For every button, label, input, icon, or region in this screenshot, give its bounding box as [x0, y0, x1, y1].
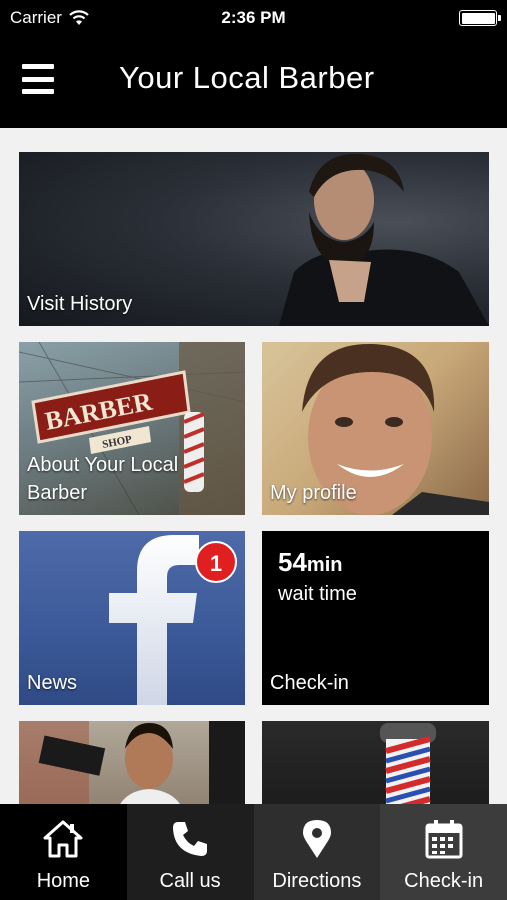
barber-pole-photo	[380, 723, 436, 804]
tab-call-us-label: Call us	[159, 870, 221, 892]
tile-my-profile[interactable]: My profile	[262, 342, 489, 515]
facebook-icon	[109, 535, 199, 705]
tab-home-label: Home	[36, 870, 91, 892]
about-label: About Your Local Barber	[27, 451, 178, 507]
tile-barber-pole[interactable]	[262, 721, 489, 804]
calendar-icon	[423, 818, 465, 860]
visit-history-label: Visit History	[27, 293, 133, 315]
phone-icon	[169, 818, 211, 860]
tab-bar: Home Call us Directions Check-in	[0, 804, 507, 900]
notification-badge: 1	[195, 541, 237, 583]
barber-man-photo	[19, 721, 245, 804]
wait-time-label: wait time	[278, 583, 357, 605]
wait-time-unit: min	[306, 554, 343, 576]
tile-barber-photo[interactable]	[19, 721, 245, 804]
tile-check-in[interactable]: 54min wait time Check-in	[262, 531, 489, 705]
tab-check-in[interactable]: Check-in	[380, 804, 507, 900]
tile-news[interactable]: 1 News	[19, 531, 245, 705]
page-title: Your Local Barber	[119, 60, 375, 95]
tab-check-in-label: Check-in	[404, 870, 484, 892]
about-label-line2: Barber	[27, 482, 88, 504]
status-bar: Carrier 2:36 PM	[0, 0, 507, 36]
news-label: News	[27, 672, 78, 694]
hamburger-menu-icon[interactable]	[22, 64, 54, 94]
tile-grid: Visit History BARBER SHOP About Your Loc…	[0, 128, 507, 804]
tab-call-us[interactable]: Call us	[126, 804, 254, 900]
about-label-line1: About Your Local	[27, 454, 179, 476]
home-icon	[42, 818, 84, 860]
tab-home[interactable]: Home	[0, 804, 127, 900]
check-in-label: Check-in	[270, 672, 349, 694]
wait-time-value: 54min	[278, 547, 343, 577]
tab-directions[interactable]: Directions	[253, 804, 381, 900]
tile-about[interactable]: BARBER SHOP About Your Local Barber	[19, 342, 245, 515]
clock: 2:36 PM	[221, 8, 286, 27]
battery-icon	[459, 10, 501, 26]
my-profile-label: My profile	[270, 482, 357, 504]
nav-bar: Your Local Barber	[0, 36, 507, 128]
tab-directions-label: Directions	[272, 870, 362, 892]
map-pin-icon	[296, 818, 338, 860]
tile-visit-history[interactable]: Visit History	[19, 152, 489, 326]
